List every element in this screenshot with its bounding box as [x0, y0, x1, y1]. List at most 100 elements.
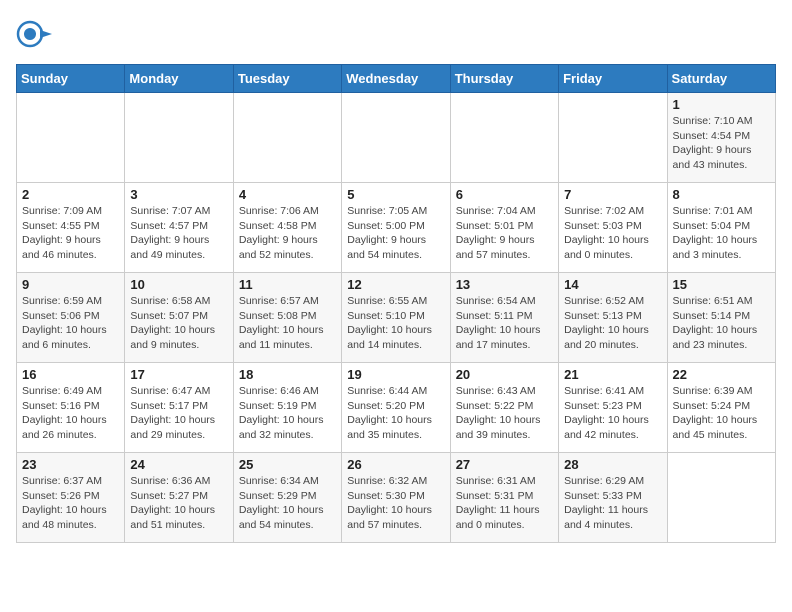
calendar-cell: 19 Sunrise: 6:44 AM Sunset: 5:20 PM Dayli…: [342, 363, 450, 453]
calendar-cell: [559, 93, 667, 183]
day-info: Sunrise: 6:32 AM Sunset: 5:30 PM Dayligh…: [347, 474, 444, 533]
day-number: 7: [564, 187, 661, 202]
day-number: 22: [673, 367, 770, 382]
day-info: Sunrise: 6:55 AM Sunset: 5:10 PM Dayligh…: [347, 294, 444, 353]
day-info: Sunrise: 6:54 AM Sunset: 5:11 PM Dayligh…: [456, 294, 553, 353]
calendar-body: 1 Sunrise: 7:10 AM Sunset: 4:54 PM Daylig…: [17, 93, 776, 543]
day-info: Sunrise: 6:44 AM Sunset: 5:20 PM Dayligh…: [347, 384, 444, 443]
calendar-cell: 18 Sunrise: 6:46 AM Sunset: 5:19 PM Dayli…: [233, 363, 341, 453]
day-info: Sunrise: 6:37 AM Sunset: 5:26 PM Dayligh…: [22, 474, 119, 533]
day-info: Sunrise: 7:04 AM Sunset: 5:01 PM Dayligh…: [456, 204, 553, 263]
day-number: 13: [456, 277, 553, 292]
day-number: 1: [673, 97, 770, 112]
weekday-header-cell: Sunday: [17, 65, 125, 93]
calendar-cell: [667, 453, 775, 543]
calendar-cell: 20Sunrise: 6:43 AM Sunset: 5:22 PM Dayli…: [450, 363, 558, 453]
day-info: Sunrise: 7:09 AM Sunset: 4:55 PM Dayligh…: [22, 204, 119, 263]
calendar-cell: 26 Sunrise: 6:32 AM Sunset: 5:30 PM Dayli…: [342, 453, 450, 543]
page-header: [16, 16, 776, 56]
day-number: 26: [347, 457, 444, 472]
day-number: 6: [456, 187, 553, 202]
day-info: Sunrise: 6:51 AM Sunset: 5:14 PM Dayligh…: [673, 294, 770, 353]
calendar-cell: 13 Sunrise: 6:54 AM Sunset: 5:11 PM Dayli…: [450, 273, 558, 363]
calendar-week-row: 16 Sunrise: 6:49 AM Sunset: 5:16 PM Dayli…: [17, 363, 776, 453]
day-number: 8: [673, 187, 770, 202]
calendar-cell: 28 Sunrise: 6:29 AM Sunset: 5:33 PM Dayli…: [559, 453, 667, 543]
calendar-cell: [233, 93, 341, 183]
calendar-cell: 12 Sunrise: 6:55 AM Sunset: 5:10 PM Dayli…: [342, 273, 450, 363]
weekday-header-cell: Saturday: [667, 65, 775, 93]
logo-icon: [16, 20, 52, 56]
day-number: 11: [239, 277, 336, 292]
day-info: Sunrise: 6:47 AM Sunset: 5:17 PM Dayligh…: [130, 384, 227, 443]
calendar-cell: 14 Sunrise: 6:52 AM Sunset: 5:13 PM Dayli…: [559, 273, 667, 363]
day-number: 28: [564, 457, 661, 472]
day-number: 23: [22, 457, 119, 472]
day-info: Sunrise: 6:57 AM Sunset: 5:08 PM Dayligh…: [239, 294, 336, 353]
day-number: 16: [22, 367, 119, 382]
calendar-cell: 8 Sunrise: 7:01 AM Sunset: 5:04 PM Daylig…: [667, 183, 775, 273]
calendar-cell: 27 Sunrise: 6:31 AM Sunset: 5:31 PM Dayli…: [450, 453, 558, 543]
day-info: Sunrise: 6:34 AM Sunset: 5:29 PM Dayligh…: [239, 474, 336, 533]
calendar-cell: 3 Sunrise: 7:07 AM Sunset: 4:57 PM Daylig…: [125, 183, 233, 273]
day-info: Sunrise: 7:07 AM Sunset: 4:57 PM Dayligh…: [130, 204, 227, 263]
day-info: Sunrise: 7:05 AM Sunset: 5:00 PM Dayligh…: [347, 204, 444, 263]
day-number: 4: [239, 187, 336, 202]
day-number: 9: [22, 277, 119, 292]
calendar-cell: 23 Sunrise: 6:37 AM Sunset: 5:26 PM Dayli…: [17, 453, 125, 543]
day-info: Sunrise: 7:10 AM Sunset: 4:54 PM Dayligh…: [673, 114, 770, 173]
calendar-cell: 7 Sunrise: 7:02 AM Sunset: 5:03 PM Daylig…: [559, 183, 667, 273]
weekday-header-cell: Monday: [125, 65, 233, 93]
day-info: Sunrise: 7:01 AM Sunset: 5:04 PM Dayligh…: [673, 204, 770, 263]
day-info: Sunrise: 6:36 AM Sunset: 5:27 PM Dayligh…: [130, 474, 227, 533]
day-number: 27: [456, 457, 553, 472]
day-number: 2: [22, 187, 119, 202]
day-info: Sunrise: 6:39 AM Sunset: 5:24 PM Dayligh…: [673, 384, 770, 443]
logo: [16, 20, 56, 56]
calendar-cell: [342, 93, 450, 183]
weekday-header-cell: Friday: [559, 65, 667, 93]
calendar-week-row: 23 Sunrise: 6:37 AM Sunset: 5:26 PM Dayli…: [17, 453, 776, 543]
day-number: 21: [564, 367, 661, 382]
day-info: Sunrise: 7:06 AM Sunset: 4:58 PM Dayligh…: [239, 204, 336, 263]
day-info: Sunrise: 6:41 AM Sunset: 5:23 PM Dayligh…: [564, 384, 661, 443]
day-info: Sunrise: 6:52 AM Sunset: 5:13 PM Dayligh…: [564, 294, 661, 353]
day-info: Sunrise: 6:49 AM Sunset: 5:16 PM Dayligh…: [22, 384, 119, 443]
calendar-cell: 17 Sunrise: 6:47 AM Sunset: 5:17 PM Dayli…: [125, 363, 233, 453]
day-info: Sunrise: 6:29 AM Sunset: 5:33 PM Dayligh…: [564, 474, 661, 533]
day-info: Sunrise: 6:58 AM Sunset: 5:07 PM Dayligh…: [130, 294, 227, 353]
day-number: 10: [130, 277, 227, 292]
weekday-header-cell: Thursday: [450, 65, 558, 93]
calendar-week-row: 2 Sunrise: 7:09 AM Sunset: 4:55 PM Daylig…: [17, 183, 776, 273]
day-number: 19: [347, 367, 444, 382]
day-info: Sunrise: 6:31 AM Sunset: 5:31 PM Dayligh…: [456, 474, 553, 533]
day-number: 24: [130, 457, 227, 472]
calendar-cell: 6 Sunrise: 7:04 AM Sunset: 5:01 PM Daylig…: [450, 183, 558, 273]
day-number: 12: [347, 277, 444, 292]
weekday-header-cell: Tuesday: [233, 65, 341, 93]
day-info: Sunrise: 7:02 AM Sunset: 5:03 PM Dayligh…: [564, 204, 661, 263]
weekday-header-row: SundayMondayTuesdayWednesdayThursdayFrid…: [17, 65, 776, 93]
day-number: 3: [130, 187, 227, 202]
day-number: 25: [239, 457, 336, 472]
day-info: Sunrise: 6:46 AM Sunset: 5:19 PM Dayligh…: [239, 384, 336, 443]
day-number: 18: [239, 367, 336, 382]
calendar-cell: [450, 93, 558, 183]
calendar-cell: 11 Sunrise: 6:57 AM Sunset: 5:08 PM Dayli…: [233, 273, 341, 363]
calendar-cell: 4 Sunrise: 7:06 AM Sunset: 4:58 PM Daylig…: [233, 183, 341, 273]
calendar-table: SundayMondayTuesdayWednesdayThursdayFrid…: [16, 64, 776, 543]
calendar-cell: 10 Sunrise: 6:58 AM Sunset: 5:07 PM Dayli…: [125, 273, 233, 363]
day-number: 14: [564, 277, 661, 292]
calendar-cell: 5 Sunrise: 7:05 AM Sunset: 5:00 PM Daylig…: [342, 183, 450, 273]
calendar-week-row: 1 Sunrise: 7:10 AM Sunset: 4:54 PM Daylig…: [17, 93, 776, 183]
day-number: 15: [673, 277, 770, 292]
calendar-cell: [17, 93, 125, 183]
calendar-cell: 22 Sunrise: 6:39 AM Sunset: 5:24 PM Dayli…: [667, 363, 775, 453]
calendar-cell: 15 Sunrise: 6:51 AM Sunset: 5:14 PM Dayli…: [667, 273, 775, 363]
calendar-cell: 24 Sunrise: 6:36 AM Sunset: 5:27 PM Dayli…: [125, 453, 233, 543]
day-number: 17: [130, 367, 227, 382]
calendar-cell: 21 Sunrise: 6:41 AM Sunset: 5:23 PM Dayli…: [559, 363, 667, 453]
day-info: Sunrise: 6:43 AM Sunset: 5:22 PM Dayligh…: [456, 384, 553, 443]
day-number: 5: [347, 187, 444, 202]
calendar-cell: 9Sunrise: 6:59 AM Sunset: 5:06 PM Daylig…: [17, 273, 125, 363]
